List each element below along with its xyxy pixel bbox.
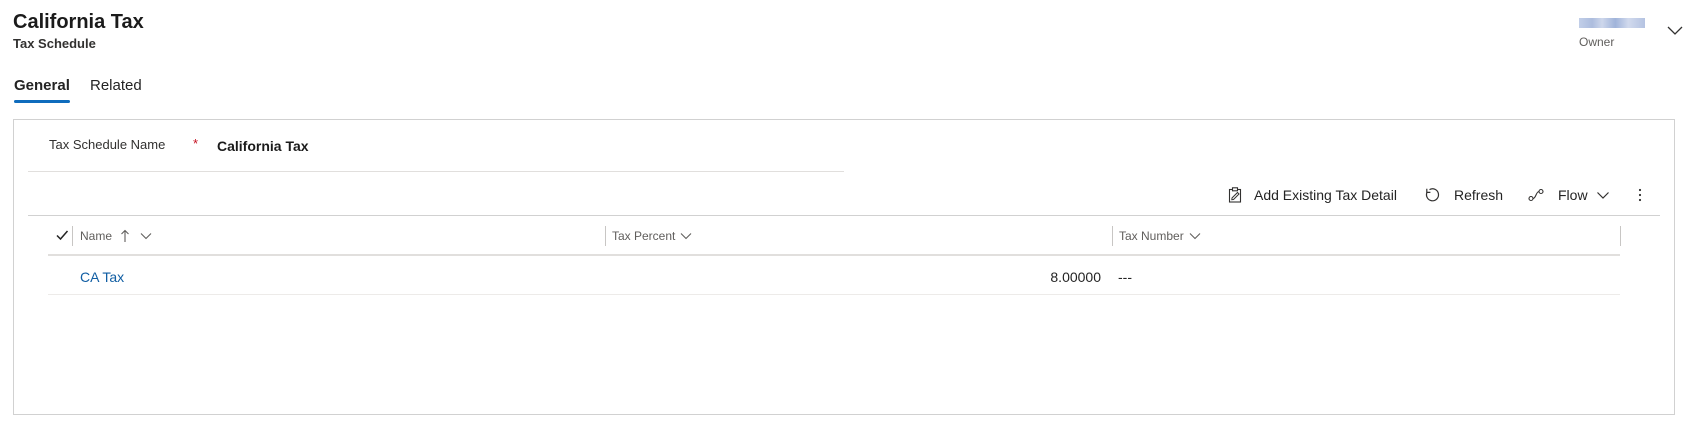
flow-icon xyxy=(1528,188,1544,202)
row-tax-percent: 8.00000 xyxy=(1050,269,1101,285)
select-all-checkmark-icon[interactable] xyxy=(55,228,69,242)
add-existing-tax-detail-button[interactable]: Add Existing Tax Detail xyxy=(1228,185,1397,205)
refresh-icon xyxy=(1425,188,1440,202)
flow-menu-button[interactable]: Flow xyxy=(1528,185,1610,205)
add-existing-tax-detail-label: Add Existing Tax Detail xyxy=(1254,187,1397,203)
flow-label: Flow xyxy=(1558,187,1588,203)
column-header-name[interactable]: Name xyxy=(80,228,152,244)
row-tax-number: --- xyxy=(1118,269,1132,285)
header-expand-chevron-icon[interactable] xyxy=(1666,24,1684,36)
tax-schedule-form: California Tax Tax Schedule Owner Genera… xyxy=(0,0,1692,424)
column-separator[interactable] xyxy=(1620,226,1621,246)
refresh-label: Refresh xyxy=(1454,187,1504,203)
column-header-tax-number[interactable]: Tax Number xyxy=(1119,228,1201,244)
row-name-link[interactable]: CA Tax xyxy=(80,268,124,286)
add-existing-icon xyxy=(1228,187,1242,203)
tab-selected-indicator xyxy=(14,100,70,103)
record-entity-type: Tax Schedule xyxy=(13,36,96,51)
chevron-down-icon xyxy=(1596,192,1609,199)
column-separator[interactable] xyxy=(605,226,606,246)
chevron-down-icon xyxy=(680,233,692,240)
more-vertical-icon xyxy=(1638,188,1642,202)
record-title: California Tax xyxy=(13,11,144,33)
tax-schedule-name-label: Tax Schedule Name xyxy=(49,137,166,152)
chevron-down-icon xyxy=(140,233,152,240)
field-divider xyxy=(28,171,844,172)
table-row-divider xyxy=(48,294,1620,295)
chevron-down-icon xyxy=(1189,233,1201,240)
owner-field[interactable]: Owner xyxy=(1579,14,1669,54)
column-separator[interactable] xyxy=(1112,226,1113,246)
refresh-button[interactable]: Refresh xyxy=(1424,185,1503,205)
sort-ascending-icon xyxy=(121,229,129,242)
tax-schedule-name-input[interactable]: California Tax xyxy=(217,137,309,155)
column-header-tax-number-label: Tax Number xyxy=(1119,229,1184,243)
column-separator[interactable] xyxy=(72,226,73,246)
owner-name-redacted[interactable] xyxy=(1579,18,1645,28)
owner-label: Owner xyxy=(1579,35,1615,49)
tab-related[interactable]: Related xyxy=(90,76,142,96)
required-indicator: * xyxy=(193,136,199,151)
column-header-tax-percent[interactable]: Tax Percent xyxy=(612,228,692,244)
general-section xyxy=(13,119,1675,415)
column-header-tax-percent-label: Tax Percent xyxy=(612,229,676,243)
more-commands-button[interactable] xyxy=(1635,185,1645,205)
grid-top-divider xyxy=(28,215,1660,216)
grid-header-divider xyxy=(48,254,1620,256)
column-header-name-label: Name xyxy=(80,229,113,243)
tab-general[interactable]: General xyxy=(14,76,70,96)
